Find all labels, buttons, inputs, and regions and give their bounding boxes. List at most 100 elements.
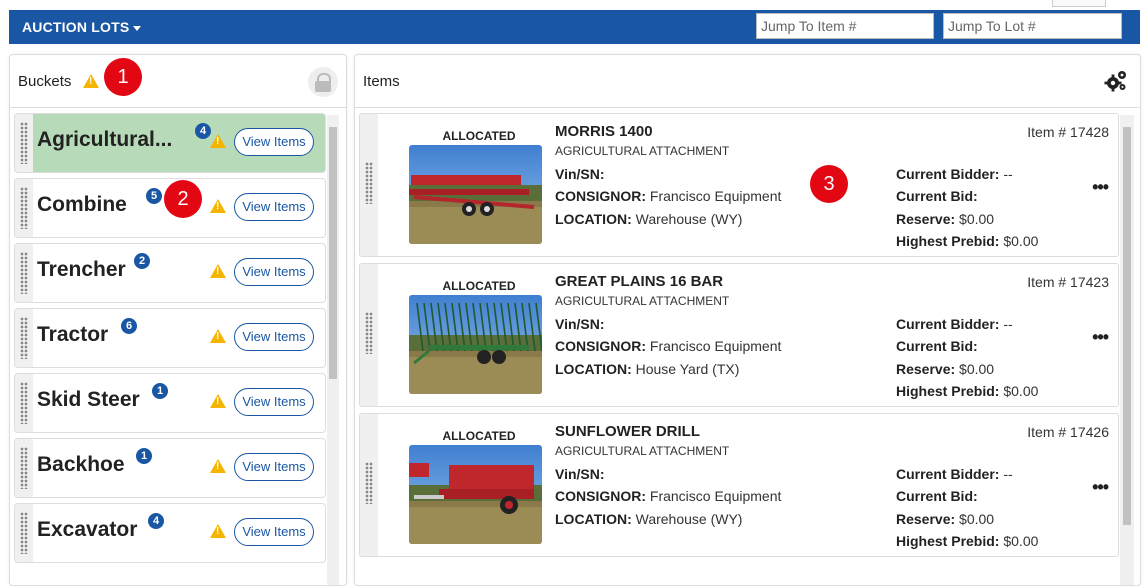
bucket-item[interactable]: Skid Steer 1 View Items	[14, 373, 326, 433]
highest-prebid-value: $0.00	[1003, 533, 1039, 549]
consignor-value: Francisco Equipment	[649, 488, 782, 504]
bucket-item[interactable]: Agricultural... 4 View Items	[14, 113, 326, 173]
current-bidder-value: --	[1003, 316, 1013, 332]
items-scroll-thumb[interactable]	[1123, 127, 1131, 525]
auction-lots-label: AUCTION LOTS	[22, 19, 130, 35]
bucket-name: Trencher	[37, 258, 126, 281]
current-bidder-field: Current Bidder: --	[896, 466, 1013, 482]
bucket-item[interactable]: Excavator 4 View Items	[14, 503, 326, 563]
item-title[interactable]: SUNFLOWER DRILL	[555, 423, 700, 440]
location-field: LOCATION: Warehouse (WY)	[555, 211, 742, 227]
item-thumbnail[interactable]	[409, 295, 542, 394]
unlock-icon[interactable]	[308, 67, 338, 97]
highest-prebid-label: Highest Prebid:	[896, 533, 1000, 549]
drag-handle-icon[interactable]	[15, 114, 33, 172]
buckets-scroll-thumb[interactable]	[329, 127, 337, 379]
current-bidder-value: --	[1003, 166, 1013, 182]
bucket-item[interactable]: Backhoe 1 View Items	[14, 438, 326, 498]
view-items-button[interactable]: View Items	[234, 323, 314, 351]
item-thumbnail[interactable]	[409, 145, 542, 244]
view-items-button[interactable]: View Items	[234, 258, 314, 286]
bucket-name: Skid Steer	[37, 388, 140, 411]
vin-field: Vin/SN:	[555, 166, 605, 182]
warning-icon	[83, 74, 99, 88]
item-category: AGRICULTURAL ATTACHMENT	[555, 444, 730, 458]
bucket-name: Agricultural...	[37, 128, 173, 151]
warning-icon	[210, 199, 226, 213]
item-number: Item # 17426	[1027, 424, 1109, 440]
view-items-button[interactable]: View Items	[234, 453, 314, 481]
buckets-title: Buckets	[18, 73, 72, 90]
current-bid-label: Current Bid:	[896, 488, 978, 504]
current-bidder-label: Current Bidder:	[896, 166, 1000, 182]
item-title[interactable]: GREAT PLAINS 16 BAR	[555, 273, 723, 290]
item-thumbnail[interactable]	[409, 445, 542, 544]
location-label: LOCATION:	[555, 361, 632, 377]
view-items-button[interactable]: View Items	[234, 518, 314, 546]
item-number: Item # 17423	[1027, 274, 1109, 290]
drag-handle-icon[interactable]	[360, 114, 378, 256]
current-bidder-label: Current Bidder:	[896, 466, 1000, 482]
more-options-icon[interactable]: •••	[1092, 328, 1109, 346]
location-value: Warehouse (WY)	[635, 211, 743, 227]
consignor-field: CONSIGNOR: Francisco Equipment	[555, 488, 781, 504]
bucket-count-badge: 4	[148, 513, 164, 529]
highest-prebid-field: Highest Prebid: $0.00	[896, 383, 1038, 399]
vin-label: Vin/SN:	[555, 316, 605, 332]
vin-field: Vin/SN:	[555, 466, 605, 482]
drag-handle-icon[interactable]	[15, 309, 33, 367]
allocated-label: ALLOCATED	[442, 429, 516, 443]
drag-handle-icon[interactable]	[15, 504, 33, 562]
location-label: LOCATION:	[555, 211, 632, 227]
more-options-icon[interactable]: •••	[1092, 478, 1109, 496]
auction-lots-menu[interactable]: AUCTION LOTS	[22, 19, 142, 35]
location-value: House Yard (TX)	[635, 361, 740, 377]
view-items-button[interactable]: View Items	[234, 128, 314, 156]
bucket-count-badge: 1	[152, 383, 168, 399]
reserve-value: $0.00	[959, 211, 995, 227]
bucket-count-badge: 2	[134, 253, 150, 269]
item-card[interactable]: ALLOCATED MORRIS 1400 AGRICULTURAL ATTACHM…	[359, 113, 1119, 257]
current-bidder-label: Current Bidder:	[896, 316, 1000, 332]
jump-to-lot-input[interactable]	[943, 13, 1122, 39]
drag-handle-icon[interactable]	[360, 264, 378, 406]
current-bid-field: Current Bid:	[896, 488, 978, 504]
location-field: LOCATION: Warehouse (WY)	[555, 511, 742, 527]
location-value: Warehouse (WY)	[635, 511, 743, 527]
navbar: AUCTION LOTS	[9, 10, 1140, 44]
vin-label: Vin/SN:	[555, 166, 605, 182]
bucket-name: Tractor	[37, 323, 109, 346]
consignor-label: CONSIGNOR:	[555, 188, 646, 204]
bucket-name: Backhoe	[37, 453, 125, 476]
bucket-item[interactable]: Tractor 6 View Items	[14, 308, 326, 368]
warning-icon	[210, 264, 226, 278]
bucket-item[interactable]: Trencher 2 View Items	[14, 243, 326, 303]
allocated-label: ALLOCATED	[442, 279, 516, 293]
buckets-scrollbar[interactable]	[327, 115, 339, 585]
more-options-icon[interactable]: •••	[1092, 178, 1109, 196]
jump-to-item-input[interactable]	[756, 13, 934, 39]
drag-handle-icon[interactable]	[360, 414, 378, 556]
reserve-value: $0.00	[959, 361, 995, 377]
drag-handle-icon[interactable]	[15, 244, 33, 302]
warning-icon	[210, 329, 226, 343]
items-scrollbar[interactable]	[1120, 115, 1134, 585]
bucket-count-badge: 1	[136, 448, 152, 464]
items-title: Items	[363, 73, 400, 90]
item-card[interactable]: ALLOCATED GREAT PLAINS 16 BAR AGRICULTURAL…	[359, 263, 1119, 407]
drag-handle-icon[interactable]	[15, 179, 33, 237]
current-bid-field: Current Bid:	[896, 188, 978, 204]
drag-handle-icon[interactable]	[15, 374, 33, 432]
view-items-button[interactable]: View Items	[234, 388, 314, 416]
vin-label: Vin/SN:	[555, 466, 605, 482]
gears-icon[interactable]	[1104, 69, 1128, 93]
buckets-header: Buckets 1	[10, 55, 346, 108]
drag-handle-icon[interactable]	[15, 439, 33, 497]
item-title[interactable]: MORRIS 1400	[555, 123, 653, 140]
highest-prebid-label: Highest Prebid:	[896, 383, 1000, 399]
item-card[interactable]: ALLOCATED SUNFLOWER DRILL AGRICULTURAL ATT…	[359, 413, 1119, 557]
bucket-count-badge: 5	[146, 188, 162, 204]
view-items-button[interactable]: View Items	[234, 193, 314, 221]
warning-icon	[210, 134, 226, 148]
callout-3: 3	[810, 165, 848, 203]
